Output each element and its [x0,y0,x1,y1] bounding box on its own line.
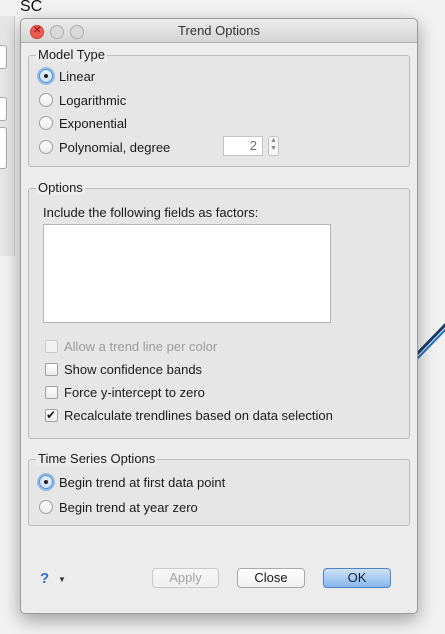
trend-options-dialog: ✕ Trend Options Model Type Linear Logari… [20,18,418,614]
radio-linear[interactable]: Linear [39,67,95,85]
radio-unselected-icon [39,500,53,514]
radio-unselected-icon [39,93,53,107]
checkbox-confidence-bands[interactable]: Show confidence bands [45,360,202,378]
checkbox-icon [45,385,58,399]
radio-selected-icon [39,475,53,489]
background-control[interactable] [0,127,7,169]
polynomial-degree-input[interactable]: 2 [223,136,263,156]
degree-stepper[interactable]: ▲ ▼ [268,136,279,156]
radio-exponential-label: Exponential [59,115,127,131]
radio-selected-icon [39,69,53,83]
dialog-titlebar[interactable]: ✕ Trend Options [21,19,417,43]
radio-year-zero[interactable]: Begin trend at year zero [39,498,198,516]
radio-linear-label: Linear [59,68,96,84]
checkbox-force-intercept[interactable]: Force y-intercept to zero [45,383,205,401]
background-control[interactable] [0,97,7,121]
dialog-title: Trend Options [178,23,260,38]
factors-label: Include the following fields as factors: [43,205,259,220]
model-type-title: Model Type [36,47,107,62]
radio-exponential[interactable]: Exponential [39,114,127,132]
apply-button[interactable]: Apply [152,568,219,588]
radio-unselected-icon [39,116,53,130]
checkbox-recalculate[interactable]: Recalculate trendlines based on data sel… [45,406,333,424]
checkbox-checked-icon [45,408,58,422]
radio-polynomial[interactable]: Polynomial, degree [39,138,170,156]
checkbox-icon [45,339,58,353]
time-series-title: Time Series Options [36,451,158,466]
help-icon[interactable]: ? [40,570,49,587]
radio-first-data-point[interactable]: Begin trend at first data point [39,473,225,491]
radio-logarithmic-label: Logarithmic [59,92,127,108]
close-button[interactable]: Close [237,568,305,588]
ok-button[interactable]: OK [323,568,391,588]
background-window-title: SC [20,0,43,15]
factors-listbox[interactable] [43,224,331,323]
radio-polynomial-label: Polynomial, degree [59,139,171,155]
checkbox-icon [45,362,58,376]
checkbox-trend-per-color: Allow a trend line per color [45,337,217,355]
background-control[interactable] [0,45,7,69]
radio-logarithmic[interactable]: Logarithmic [39,91,126,109]
radio-first-data-point-label: Begin trend at first data point [59,474,226,490]
checkbox-confidence-bands-label: Show confidence bands [64,361,203,377]
radio-unselected-icon [39,140,53,154]
chevron-down-icon[interactable]: ▼ [58,575,66,584]
checkbox-force-intercept-label: Force y-intercept to zero [64,384,205,400]
radio-year-zero-label: Begin trend at year zero [59,499,198,515]
checkbox-recalculate-label: Recalculate trendlines based on data sel… [64,407,333,423]
checkbox-trend-per-color-label: Allow a trend line per color [64,338,218,354]
options-title: Options [36,180,85,195]
